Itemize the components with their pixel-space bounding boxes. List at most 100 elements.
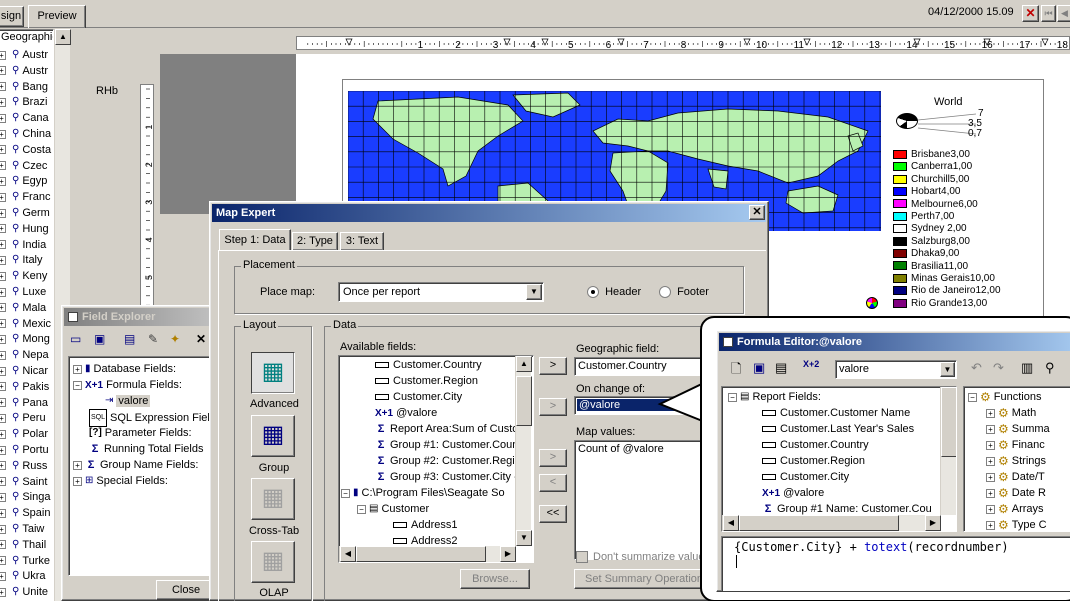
set-summary-button[interactable]: Set Summary Operation bbox=[574, 569, 714, 589]
remove-map-value-button[interactable]: < bbox=[539, 474, 567, 492]
expand-icon[interactable]: + bbox=[0, 461, 6, 471]
expand-icon[interactable]: + bbox=[73, 364, 82, 374]
expand-icon[interactable]: + bbox=[0, 82, 6, 92]
add-on-change-field-button[interactable]: > bbox=[539, 398, 567, 416]
hscroll-thumb[interactable] bbox=[356, 546, 486, 562]
function-category-item[interactable]: + ⚙ Math bbox=[986, 405, 1036, 421]
geo-tree-item[interactable]: + ⚲Pakis bbox=[0, 379, 49, 395]
add-map-value-button[interactable]: > bbox=[539, 449, 567, 467]
available-fields-hscroll[interactable]: ◀ ▶ bbox=[339, 546, 516, 562]
available-field-item[interactable]: Customer.Region bbox=[375, 373, 478, 389]
expand-icon[interactable]: + bbox=[0, 255, 6, 265]
remove-all-button[interactable]: << bbox=[539, 505, 567, 523]
header-radio[interactable]: Header bbox=[587, 286, 641, 299]
map-values-list[interactable]: Count of @valore bbox=[574, 440, 714, 560]
expand-icon[interactable]: + bbox=[0, 113, 6, 123]
available-field-item[interactable]: Customer.City bbox=[375, 389, 462, 405]
layout-olap-button[interactable]: ▦ bbox=[251, 541, 295, 583]
tree-group-name[interactable]: + Σ Group Name Fields: bbox=[73, 457, 198, 473]
function-category-item[interactable]: + ⚙ Date/T bbox=[986, 469, 1045, 485]
geo-tree-item[interactable]: + ⚲Thail bbox=[0, 537, 46, 553]
layout-group-button[interactable]: ▦ bbox=[251, 415, 295, 457]
dont-summarize-checkbox[interactable]: Don't summarize value bbox=[576, 551, 705, 564]
expand-icon[interactable]: + bbox=[0, 303, 6, 313]
expand-icon[interactable]: + bbox=[986, 472, 995, 482]
expand-icon[interactable]: + bbox=[0, 50, 6, 60]
function-category-item[interactable]: + ⚙ Date R bbox=[986, 485, 1046, 501]
function-category-item[interactable]: + ⚙ Arrays bbox=[986, 501, 1044, 517]
expand-icon[interactable]: + bbox=[986, 488, 995, 498]
geo-tree-item[interactable]: + ⚲Czec bbox=[0, 158, 47, 174]
scroll-left-button[interactable]: ◀ bbox=[723, 515, 739, 531]
tree-running-total[interactable]: Σ Running Total Fields bbox=[89, 441, 204, 457]
field-explorer-close-button[interactable]: Close bbox=[156, 580, 216, 600]
available-field-item[interactable]: Σ Group #3: Customer.City - bbox=[375, 469, 518, 485]
expand-icon[interactable]: + bbox=[0, 161, 6, 171]
available-fields-list[interactable]: Customer.Country Customer.Region Customer.… bbox=[338, 355, 534, 563]
expand-icon[interactable]: + bbox=[986, 440, 995, 450]
expand-icon[interactable]: + bbox=[0, 271, 6, 281]
tree-functions[interactable]: − ⚙ Functions bbox=[968, 389, 1041, 405]
available-field-item[interactable]: X+1 @valore bbox=[375, 405, 437, 421]
expand-icon[interactable]: + bbox=[73, 476, 82, 486]
layout-crosstab-button[interactable]: ▦ bbox=[251, 478, 295, 520]
geo-tree-item[interactable]: + ⚲Peru bbox=[0, 410, 46, 426]
expand-icon[interactable]: + bbox=[0, 540, 6, 550]
function-category-item[interactable]: + ⚙ Summa bbox=[986, 421, 1050, 437]
geo-tree-item[interactable]: + ⚲Keny bbox=[0, 268, 47, 284]
geo-tree-item[interactable]: + ⚲Unite bbox=[0, 584, 48, 600]
expand-icon[interactable]: + bbox=[0, 571, 6, 581]
function-category-item[interactable]: + ⚙ Type C bbox=[986, 517, 1047, 531]
geo-tree-item[interactable]: + ⚲Italy bbox=[0, 252, 43, 268]
expand-icon[interactable]: + bbox=[0, 319, 6, 329]
first-page-button[interactable]: ⏮ bbox=[1041, 5, 1056, 22]
available-field-item[interactable]: − ▮ C:\Program Files\Seagate So bbox=[341, 485, 505, 501]
expand-icon[interactable]: + bbox=[0, 334, 6, 344]
delete-field-icon[interactable]: ✕ bbox=[196, 332, 206, 346]
expand-icon[interactable]: + bbox=[0, 224, 6, 234]
geo-tree-item[interactable]: + ⚲Polar bbox=[0, 426, 48, 442]
geo-tree-item[interactable]: + ⚲Saint bbox=[0, 474, 47, 490]
available-field-item[interactable]: Customer.Country bbox=[375, 357, 482, 373]
geo-tree-item[interactable]: + ⚲Portu bbox=[0, 442, 49, 458]
report-field-item[interactable]: X+1 @valore bbox=[762, 485, 824, 501]
scroll-thumb[interactable] bbox=[941, 387, 956, 457]
geo-tree-item[interactable]: + ⚲Mala bbox=[0, 300, 46, 316]
scroll-up-button[interactable]: ▲ bbox=[55, 29, 71, 45]
geo-tree-item[interactable]: + ⚲Austr bbox=[0, 47, 48, 63]
geo-tree-item[interactable]: + ⚲Hung bbox=[0, 221, 49, 237]
expand-icon[interactable]: + bbox=[0, 176, 6, 186]
geo-tree-item[interactable]: + ⚲Mong bbox=[0, 331, 50, 347]
available-field-item[interactable]: Address1 bbox=[393, 517, 457, 533]
rename-field-icon[interactable]: ✦ bbox=[170, 332, 180, 346]
browse-field-icon[interactable]: ▣ bbox=[94, 332, 105, 346]
geo-tree-item[interactable]: + ⚲Egyp bbox=[0, 173, 47, 189]
expand-icon[interactable]: + bbox=[0, 366, 6, 376]
functions-tree[interactable]: − ⚙ Functions + ⚙ Math + ⚙ Summa + ⚙ Financ + ⚙ Strin… bbox=[963, 386, 1070, 532]
hscroll-thumb[interactable] bbox=[739, 515, 899, 531]
save-icon[interactable]: ▣ bbox=[753, 360, 765, 376]
tree-formula-fields[interactable]: − X+1 Formula Fields: bbox=[73, 377, 182, 393]
report-field-item[interactable]: Customer.Customer Name bbox=[762, 405, 910, 421]
report-field-item[interactable]: Customer.City bbox=[762, 469, 849, 485]
geo-tree-item[interactable]: + ⚲Nicar bbox=[0, 363, 48, 379]
expand-icon[interactable]: + bbox=[0, 350, 6, 360]
map-expert-close-button[interactable]: ✕ bbox=[749, 205, 765, 220]
dropdown-button[interactable]: ▼ bbox=[526, 284, 542, 300]
redo-icon[interactable]: ↷ bbox=[993, 360, 1004, 376]
expand-icon[interactable]: + bbox=[0, 492, 6, 502]
tab-step2-type[interactable]: 2: Type bbox=[292, 232, 338, 251]
expand-icon[interactable]: + bbox=[0, 208, 6, 218]
available-field-item[interactable]: Σ Group #2: Customer.Regi bbox=[375, 453, 515, 469]
expand-icon[interactable]: + bbox=[0, 240, 6, 250]
available-field-item[interactable]: − ▤ Customer bbox=[357, 501, 429, 517]
expand-icon[interactable]: + bbox=[0, 287, 6, 297]
browse-data-icon[interactable]: ▥ bbox=[1021, 360, 1033, 376]
new-icon[interactable]: 🗋 bbox=[731, 360, 741, 382]
report-field-item[interactable]: Customer.Country bbox=[762, 437, 869, 453]
dropdown-button[interactable]: ▼ bbox=[940, 362, 955, 377]
close-tab-button[interactable]: ✕ bbox=[1022, 5, 1039, 22]
available-fields-vscroll[interactable]: ▲ ▼ bbox=[515, 356, 532, 546]
tree-database-fields[interactable]: + ▮ Database Fields: bbox=[73, 361, 176, 377]
scroll-thumb[interactable] bbox=[516, 376, 532, 426]
